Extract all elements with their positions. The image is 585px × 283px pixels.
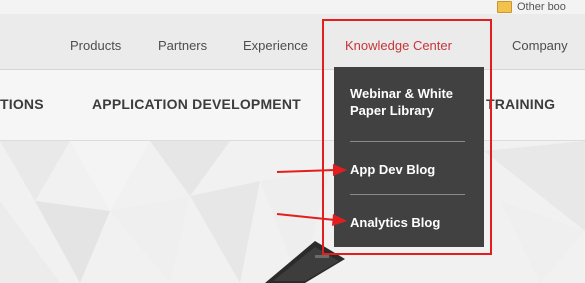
nav-partners[interactable]: Partners [158, 38, 207, 53]
bookmark-other-folder[interactable]: Other boo [497, 1, 566, 13]
hero-device-image [265, 241, 345, 283]
subnav-solutions[interactable]: TIONS [0, 96, 44, 112]
nav-knowledge-center[interactable]: Knowledge Center [345, 38, 452, 53]
nav-products[interactable]: Products [70, 38, 121, 53]
dropdown-divider [350, 194, 465, 195]
sub-nav: TIONS APPLICATION DEVELOPMENT TRAINING [0, 70, 585, 141]
hero-banner [0, 141, 585, 283]
subnav-application-development[interactable]: APPLICATION DEVELOPMENT [92, 96, 301, 112]
dropdown-item-analytics-blog[interactable]: Analytics Blog [350, 214, 474, 231]
nav-company[interactable]: Company [512, 38, 568, 53]
subnav-training[interactable]: TRAINING [486, 96, 555, 112]
bookmarks-bar: Other boo [0, 0, 585, 14]
dropdown-divider [350, 141, 465, 142]
nav-experience[interactable]: Experience [243, 38, 308, 53]
dropdown-item-webinar-library[interactable]: Webinar & White Paper Library [350, 85, 474, 119]
knowledge-center-dropdown: Webinar & White Paper Library App Dev Bl… [334, 67, 484, 247]
top-nav: Products Partners Experience Knowledge C… [0, 14, 585, 70]
bookmark-folder-label: Other boo [517, 1, 566, 13]
folder-icon [497, 1, 512, 13]
dropdown-item-app-dev-blog[interactable]: App Dev Blog [350, 161, 474, 178]
